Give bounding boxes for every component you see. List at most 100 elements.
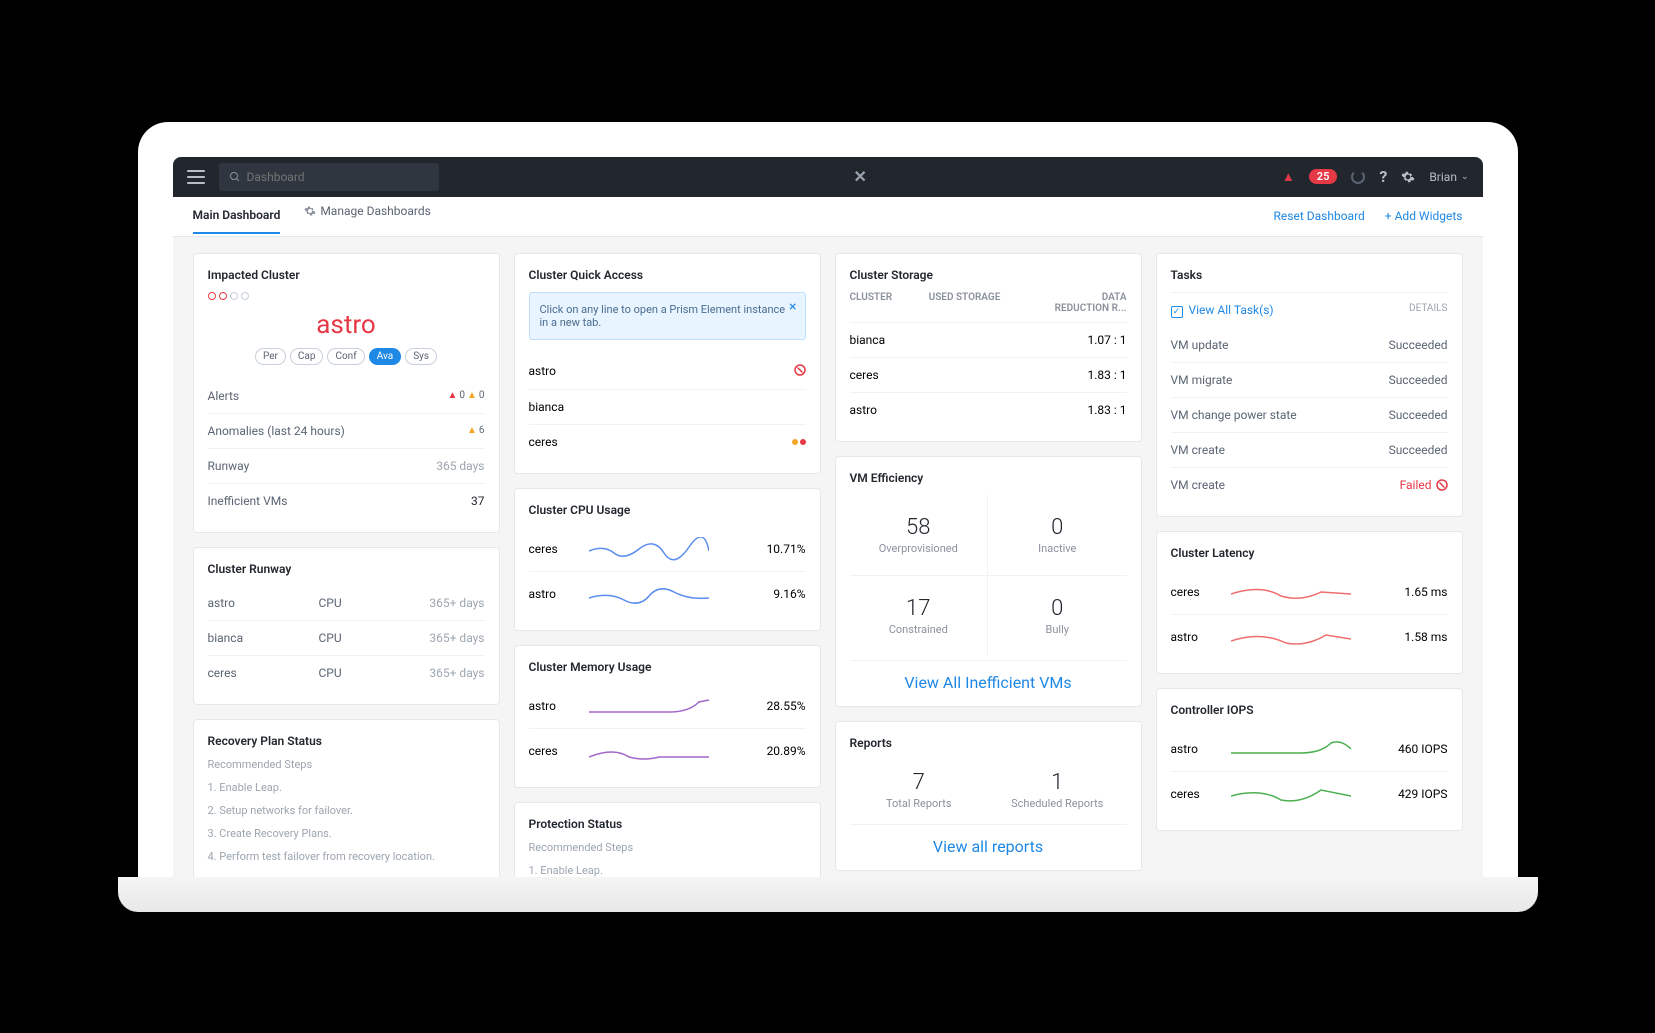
task-row[interactable]: VM change power stateSucceeded — [1171, 397, 1448, 432]
latency-row[interactable]: astro1.58 ms — [1171, 614, 1448, 659]
card-title: Impacted Cluster — [208, 268, 485, 282]
mem-row[interactable]: ceres20.89% — [529, 728, 806, 773]
add-widgets-link[interactable]: + Add Widgets — [1385, 209, 1463, 223]
scheduled-reports-num: 1 — [988, 770, 1127, 795]
sparkline — [589, 694, 709, 718]
storage-row[interactable]: astro1.83 : 1 — [850, 392, 1127, 427]
impacted-row[interactable]: Inefficient VMs37 — [208, 483, 485, 518]
notification-badge[interactable]: 25 — [1309, 169, 1338, 184]
sparkline — [1231, 782, 1351, 806]
reset-dashboard-link[interactable]: Reset Dashboard — [1274, 209, 1365, 223]
iops-row[interactable]: astro460 IOPS — [1171, 727, 1448, 771]
step-item: 2. Setup networks for failover. — [208, 804, 485, 817]
pill-ava[interactable]: Ava — [369, 348, 402, 365]
pill-sys[interactable]: Sys — [405, 348, 437, 365]
activity-icon[interactable] — [1351, 170, 1365, 184]
sparkline — [589, 739, 709, 763]
steps-subtitle: Recommended Steps — [529, 841, 806, 854]
sparkline — [1231, 580, 1351, 604]
card-title: Cluster Memory Usage — [529, 660, 806, 674]
bell-icon[interactable]: ▲ — [1282, 169, 1295, 185]
recovery-plan-card: Recovery Plan Status Recommended Steps 1… — [193, 719, 500, 877]
cluster-storage-card: Cluster Storage CLUSTER USED STORAGE DAT… — [835, 253, 1142, 442]
task-row[interactable]: VM updateSucceeded — [1171, 328, 1448, 362]
card-title: VM Efficiency — [850, 471, 1127, 485]
card-title: Tasks — [1171, 268, 1448, 282]
cluster-runway-card: Cluster Runway astroCPU365+ daysbiancaCP… — [193, 547, 500, 705]
efficiency-cell[interactable]: 58Overprovisioned — [850, 495, 989, 576]
runway-row[interactable]: biancaCPU365+ days — [208, 620, 485, 655]
logo: ✕ — [854, 167, 867, 186]
card-title: Cluster Runway — [208, 562, 485, 576]
efficiency-cell[interactable]: 0Inactive — [988, 495, 1127, 576]
cluster-latency-card: Cluster Latency ceres1.65 msastro1.58 ms — [1156, 531, 1463, 674]
quick-access-card: Cluster Quick Access Click on any line t… — [514, 253, 821, 474]
storage-row[interactable]: bianca1.07 : 1 — [850, 322, 1127, 357]
cluster-name: astro — [208, 310, 485, 340]
quick-access-row[interactable]: bianca — [529, 389, 806, 424]
step-item: 1. Enable Leap. — [529, 864, 806, 877]
storage-row[interactable]: ceres1.83 : 1 — [850, 357, 1127, 392]
task-row[interactable]: VM createSucceeded — [1171, 432, 1448, 467]
col-header: DATA REDUCTION R... — [1047, 292, 1126, 314]
card-title: Protection Status — [529, 817, 806, 831]
step-item: 4. Perform test failover from recovery l… — [208, 850, 485, 863]
sparkline — [589, 582, 709, 606]
sparkline — [1231, 625, 1351, 649]
runway-row[interactable]: ceresCPU365+ days — [208, 655, 485, 690]
pill-per[interactable]: Per — [255, 348, 286, 365]
error-icon — [1436, 479, 1448, 491]
search-icon — [229, 171, 241, 183]
mem-row[interactable]: astro28.55% — [529, 684, 806, 728]
view-all-tasks-link[interactable]: ✓View All Task(s) — [1171, 303, 1274, 318]
menu-icon[interactable] — [187, 170, 205, 184]
card-title: Reports — [850, 736, 1127, 750]
close-icon[interactable]: × — [789, 299, 796, 315]
vm-efficiency-card: VM Efficiency 58Overprovisioned0Inactive… — [835, 456, 1142, 707]
cpu-usage-card: Cluster CPU Usage ceres10.71%astro9.16% — [514, 488, 821, 631]
quick-access-row[interactable]: astro — [529, 354, 806, 389]
card-title: Cluster Quick Access — [529, 268, 806, 282]
controller-iops-card: Controller IOPS astro460 IOPSceres429 IO… — [1156, 688, 1463, 831]
card-title: Cluster CPU Usage — [529, 503, 806, 517]
sparkline — [1231, 737, 1351, 761]
protection-status-card: Protection Status Recommended Steps 1. E… — [514, 802, 821, 877]
step-item: 1. Enable Leap. — [208, 781, 485, 794]
card-title: Cluster Latency — [1171, 546, 1448, 560]
cpu-row[interactable]: astro9.16% — [529, 571, 806, 616]
latency-row[interactable]: ceres1.65 ms — [1171, 570, 1448, 614]
impacted-row[interactable]: Anomalies (last 24 hours)▲6 — [208, 413, 485, 448]
gear-icon — [304, 205, 316, 217]
tab-main-dashboard[interactable]: Main Dashboard — [193, 208, 281, 234]
view-inefficient-link[interactable]: View All Inefficient VMs — [904, 673, 1071, 692]
task-row[interactable]: VM migrateSucceeded — [1171, 362, 1448, 397]
pill-conf[interactable]: Conf — [327, 348, 364, 365]
search-box[interactable] — [219, 163, 439, 191]
sub-bar: Main Dashboard Manage Dashboards Reset D… — [173, 197, 1483, 237]
view-reports-link[interactable]: View all reports — [933, 837, 1043, 856]
card-title: Recovery Plan Status — [208, 734, 485, 748]
quick-access-row[interactable]: ceres — [529, 424, 806, 459]
top-bar: ✕ ▲ 25 ? Brian⌄ — [173, 157, 1483, 197]
tab-manage-dashboards[interactable]: Manage Dashboards — [304, 204, 430, 228]
step-item: 3. Create Recovery Plans. — [208, 827, 485, 840]
impacted-row[interactable]: Runway365 days — [208, 448, 485, 483]
cpu-row[interactable]: ceres10.71% — [529, 527, 806, 571]
impacted-row[interactable]: Alerts▲0 ▲0 — [208, 379, 485, 413]
help-icon[interactable]: ? — [1379, 167, 1387, 186]
iops-row[interactable]: ceres429 IOPS — [1171, 771, 1448, 816]
error-icon — [794, 364, 806, 376]
gear-icon[interactable] — [1401, 170, 1415, 184]
cluster-pills: PerCapConf AvaSys — [208, 348, 485, 365]
task-row[interactable]: VM createFailed — [1171, 467, 1448, 502]
pill-cap[interactable]: Cap — [290, 348, 324, 365]
runway-row[interactable]: astroCPU365+ days — [208, 586, 485, 620]
search-input[interactable] — [247, 170, 429, 184]
efficiency-cell[interactable]: 17Constrained — [850, 576, 989, 656]
steps-subtitle: Recommended Steps — [208, 758, 485, 771]
card-title: Controller IOPS — [1171, 703, 1448, 717]
sparkline — [589, 537, 709, 561]
efficiency-cell[interactable]: 0Bully — [988, 576, 1127, 656]
user-menu[interactable]: Brian⌄ — [1429, 170, 1468, 184]
info-banner: Click on any line to open a Prism Elemen… — [529, 292, 806, 340]
